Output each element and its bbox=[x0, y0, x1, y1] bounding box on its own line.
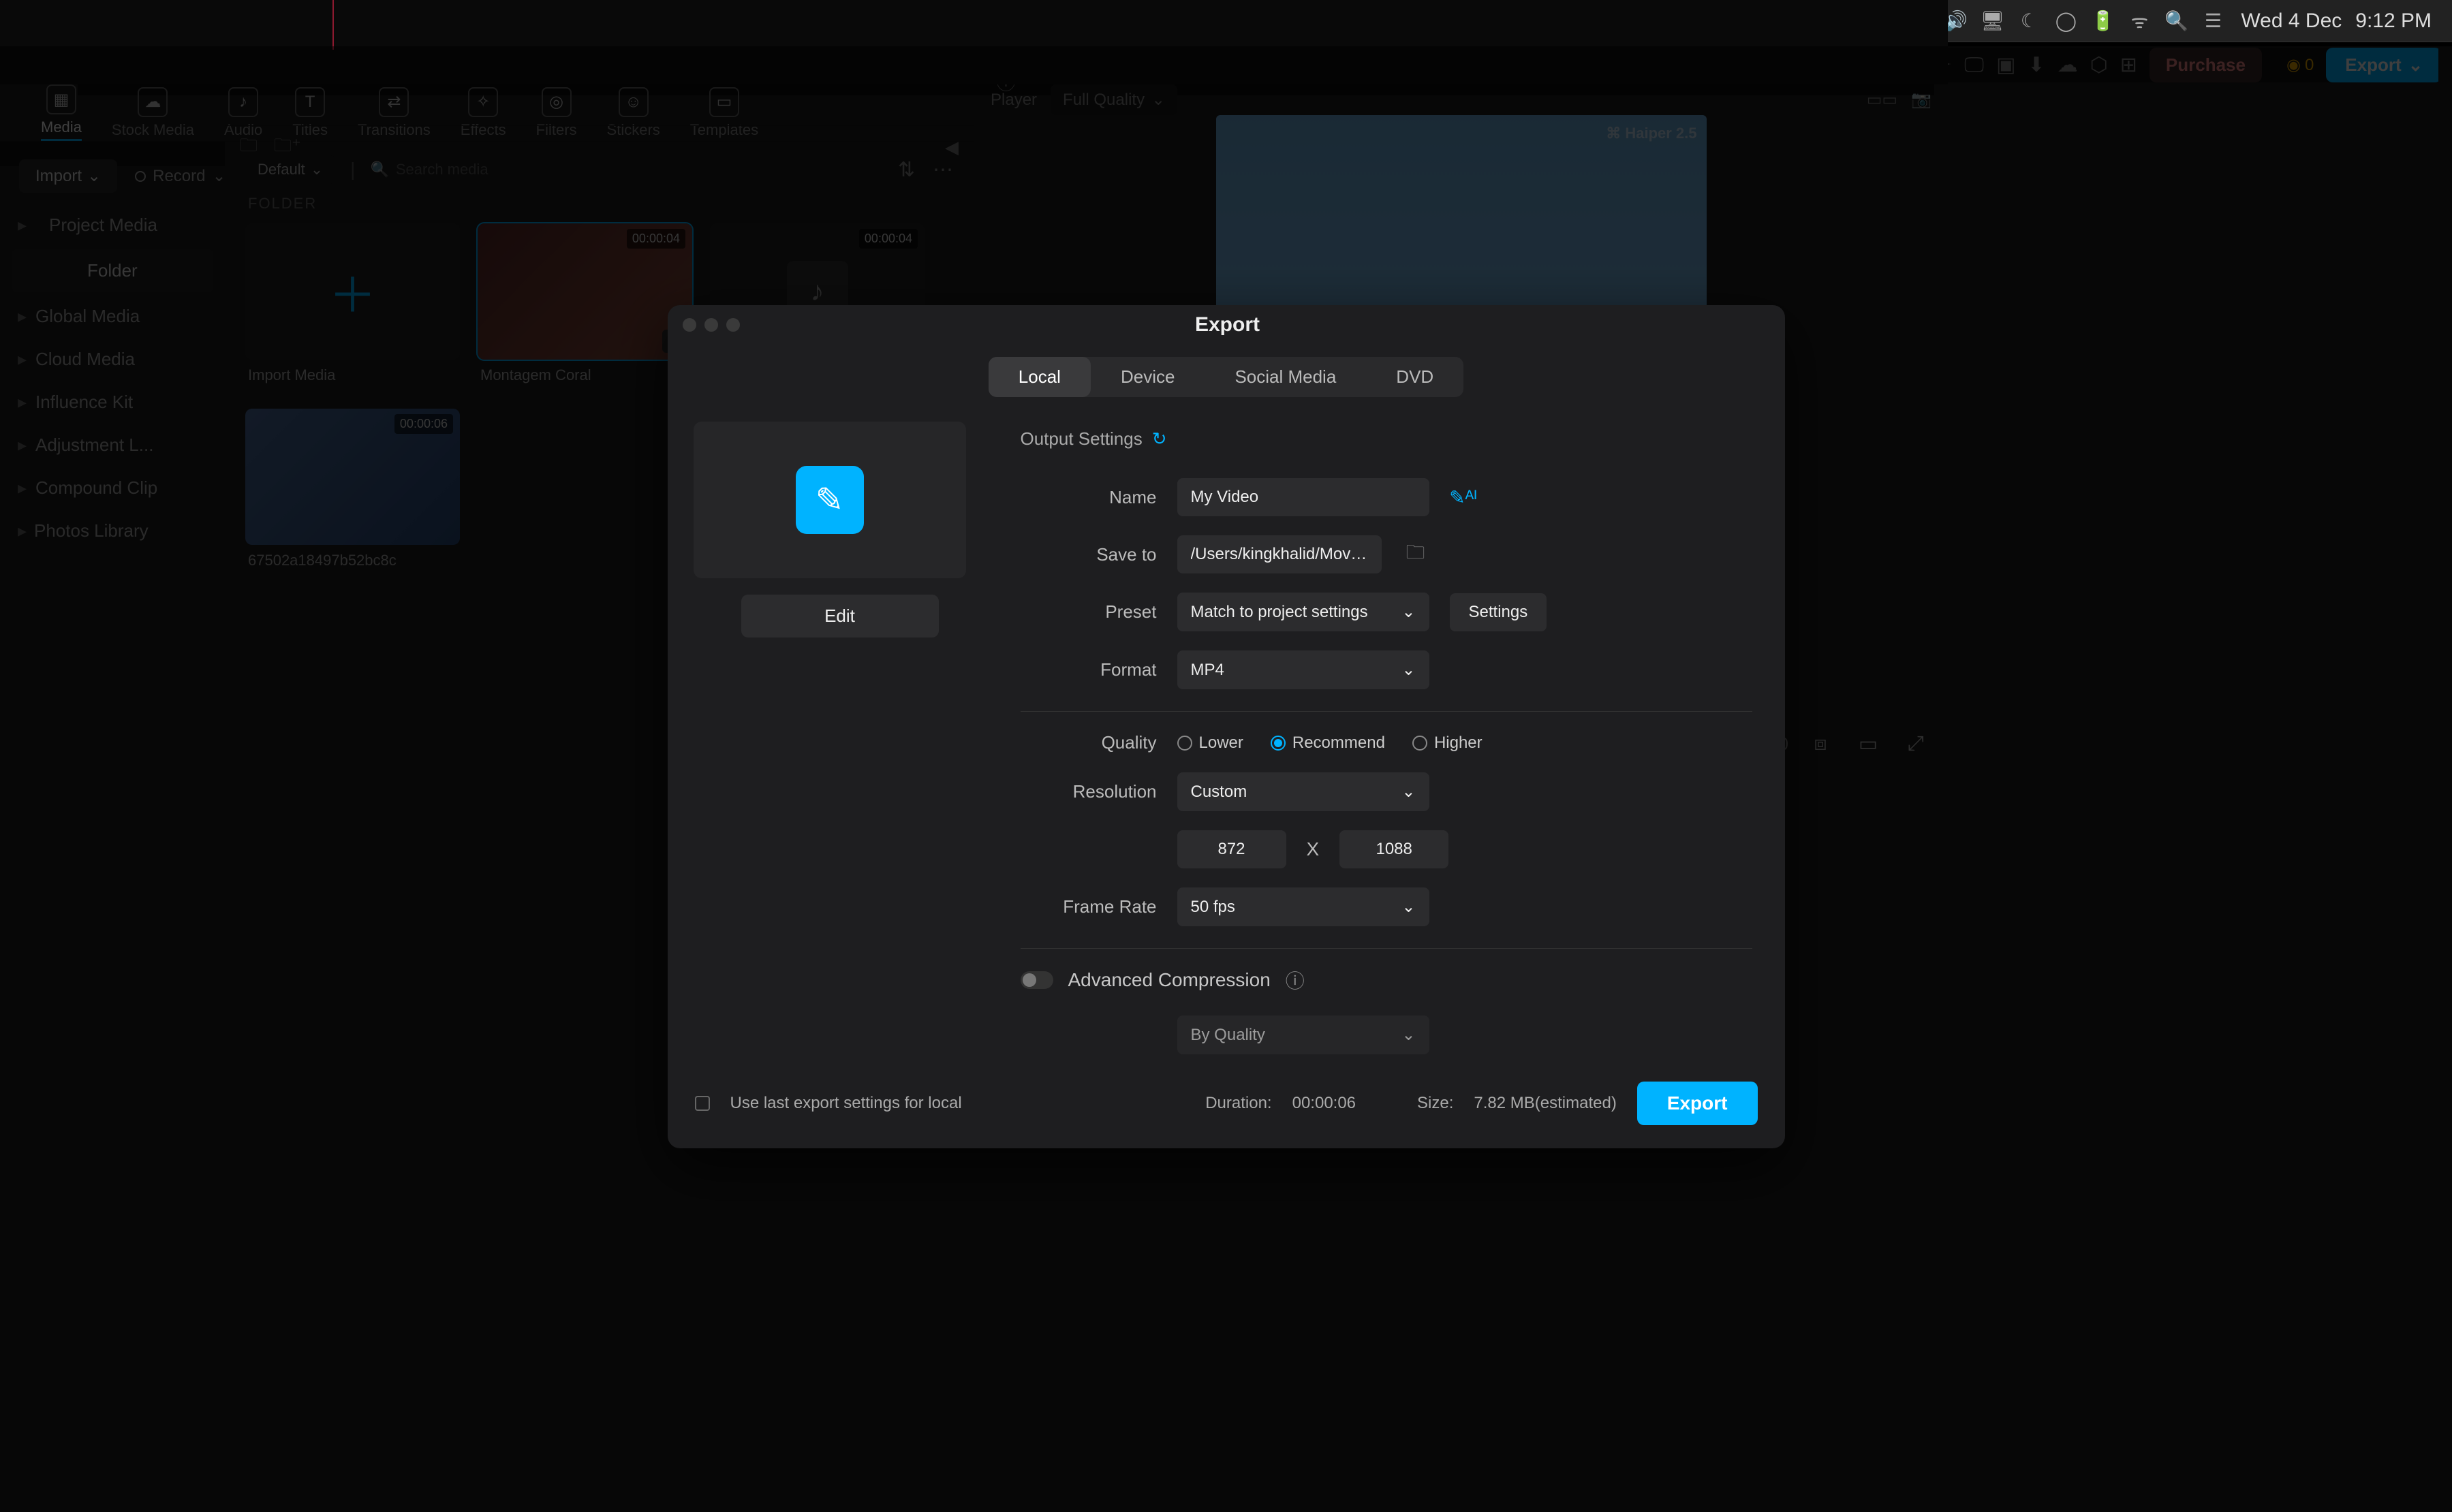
pencil-icon: ✎ bbox=[796, 466, 864, 534]
resolution-width-input[interactable]: 872 bbox=[1177, 830, 1286, 868]
browse-folder-icon[interactable]: 🗀 bbox=[1402, 538, 1429, 571]
info-icon[interactable]: ⓘ bbox=[1286, 966, 1305, 994]
status-icon-wifi[interactable]: ᯤ bbox=[2125, 8, 2154, 34]
preset-settings-button[interactable]: Settings bbox=[1450, 593, 1547, 631]
status-icon-spotlight[interactable]: 🔍 bbox=[2162, 10, 2190, 32]
compression-value: By Quality bbox=[1191, 1026, 1265, 1045]
status-icon-battery[interactable]: 🔋 bbox=[2088, 10, 2117, 32]
modal-close-icon[interactable] bbox=[683, 318, 696, 332]
status-icon-control-center[interactable]: ☰ bbox=[2199, 10, 2227, 32]
radio-label: Recommend bbox=[1292, 734, 1385, 753]
duration-value: 00:00:06 bbox=[1292, 1094, 1356, 1113]
status-icon-display[interactable]: 🖥 bbox=[1978, 10, 2006, 32]
duration-label: Duration: bbox=[1205, 1094, 1271, 1113]
advanced-compression-toggle[interactable] bbox=[1021, 971, 1053, 989]
preset-value: Match to project settings bbox=[1191, 603, 1368, 622]
edit-thumbnail-button[interactable]: Edit bbox=[741, 595, 939, 637]
format-select[interactable]: MP4 ⌄ bbox=[1177, 650, 1429, 689]
chevron-down-icon: ⌄ bbox=[1401, 1025, 1415, 1045]
export-tab-social[interactable]: Social Media bbox=[1205, 357, 1366, 397]
export-tab-dvd[interactable]: DVD bbox=[1366, 357, 1463, 397]
status-icon-user[interactable]: ◯ bbox=[2051, 10, 2080, 32]
advanced-compression-label: Advanced Compression bbox=[1068, 969, 1271, 991]
export-confirm-button[interactable]: Export bbox=[1637, 1082, 1758, 1125]
preset-label: Preset bbox=[1021, 601, 1157, 623]
resolution-label: Resolution bbox=[1021, 781, 1157, 802]
app-window: Untitled ⓘ ✦ 🖵 ▣ ⬇ ☁ ⬡ ⊞ Purchase ◉ 0 Ex… bbox=[0, 46, 2452, 1512]
format-value: MP4 bbox=[1191, 661, 1224, 680]
radio-label: Higher bbox=[1434, 734, 1483, 753]
name-value: My Video bbox=[1191, 488, 1259, 507]
save-path: /Users/kingkhalid/Movies/ bbox=[1191, 545, 1368, 564]
modal-zoom-icon[interactable] bbox=[726, 318, 740, 332]
menubar-time[interactable]: 9:12 PM bbox=[2355, 10, 2432, 33]
frame-rate-select[interactable]: 50 fps ⌄ bbox=[1177, 887, 1429, 926]
playhead[interactable] bbox=[332, 0, 334, 50]
export-preview-thumbnail: ✎ bbox=[694, 422, 966, 578]
quality-label: Quality bbox=[1021, 732, 1157, 753]
frame-rate-value: 50 fps bbox=[1191, 898, 1235, 917]
quality-recommend-radio[interactable]: Recommend bbox=[1271, 734, 1385, 753]
save-to-input[interactable]: /Users/kingkhalid/Movies/ bbox=[1177, 535, 1382, 573]
export-name-input[interactable]: My Video bbox=[1177, 478, 1429, 516]
resolution-value: Custom bbox=[1191, 783, 1247, 802]
chevron-down-icon: ⌄ bbox=[1401, 660, 1415, 680]
compression-mode-select: By Quality ⌄ bbox=[1177, 1015, 1429, 1054]
export-tab-device[interactable]: Device bbox=[1091, 357, 1205, 397]
export-tab-local[interactable]: Local bbox=[989, 357, 1091, 397]
quality-lower-radio[interactable]: Lower bbox=[1177, 734, 1243, 753]
use-last-settings-checkbox[interactable] bbox=[695, 1096, 710, 1111]
chevron-down-icon: ⌄ bbox=[1401, 602, 1415, 622]
frame-rate-label: Frame Rate bbox=[1021, 896, 1157, 917]
resolution-select[interactable]: Custom ⌄ bbox=[1177, 772, 1429, 811]
use-last-settings-label: Use last export settings for local bbox=[730, 1094, 962, 1113]
ai-name-icon[interactable]: ✎ᴬᴵ bbox=[1450, 486, 1477, 509]
chevron-down-icon: ⌄ bbox=[1401, 897, 1415, 917]
export-modal-backdrop: Export Local Device Social Media DVD ✎ E… bbox=[0, 46, 2452, 1512]
export-modal-title: Export bbox=[740, 313, 1716, 336]
export-modal: Export Local Device Social Media DVD ✎ E… bbox=[668, 305, 1785, 1148]
name-label: Name bbox=[1021, 487, 1157, 508]
x-separator: X bbox=[1307, 838, 1320, 860]
status-icon-moon[interactable]: ☾ bbox=[2015, 10, 2043, 32]
preset-select[interactable]: Match to project settings ⌄ bbox=[1177, 593, 1429, 631]
output-settings-label: Output Settings bbox=[1021, 428, 1143, 450]
size-label: Size: bbox=[1417, 1094, 1453, 1113]
size-value: 7.82 MB(estimated) bbox=[1474, 1094, 1616, 1113]
save-to-label: Save to bbox=[1021, 544, 1157, 565]
quality-higher-radio[interactable]: Higher bbox=[1412, 734, 1483, 753]
menubar-date[interactable]: Wed 4 Dec bbox=[2241, 10, 2342, 33]
format-label: Format bbox=[1021, 659, 1157, 680]
resolution-height-input[interactable]: 1088 bbox=[1339, 830, 1448, 868]
refresh-icon[interactable]: ↻ bbox=[1152, 428, 1167, 450]
radio-label: Lower bbox=[1199, 734, 1243, 753]
export-destination-segmented: Local Device Social Media DVD bbox=[989, 357, 1463, 397]
modal-minimize-icon[interactable] bbox=[704, 318, 718, 332]
chevron-down-icon: ⌄ bbox=[1401, 782, 1415, 802]
